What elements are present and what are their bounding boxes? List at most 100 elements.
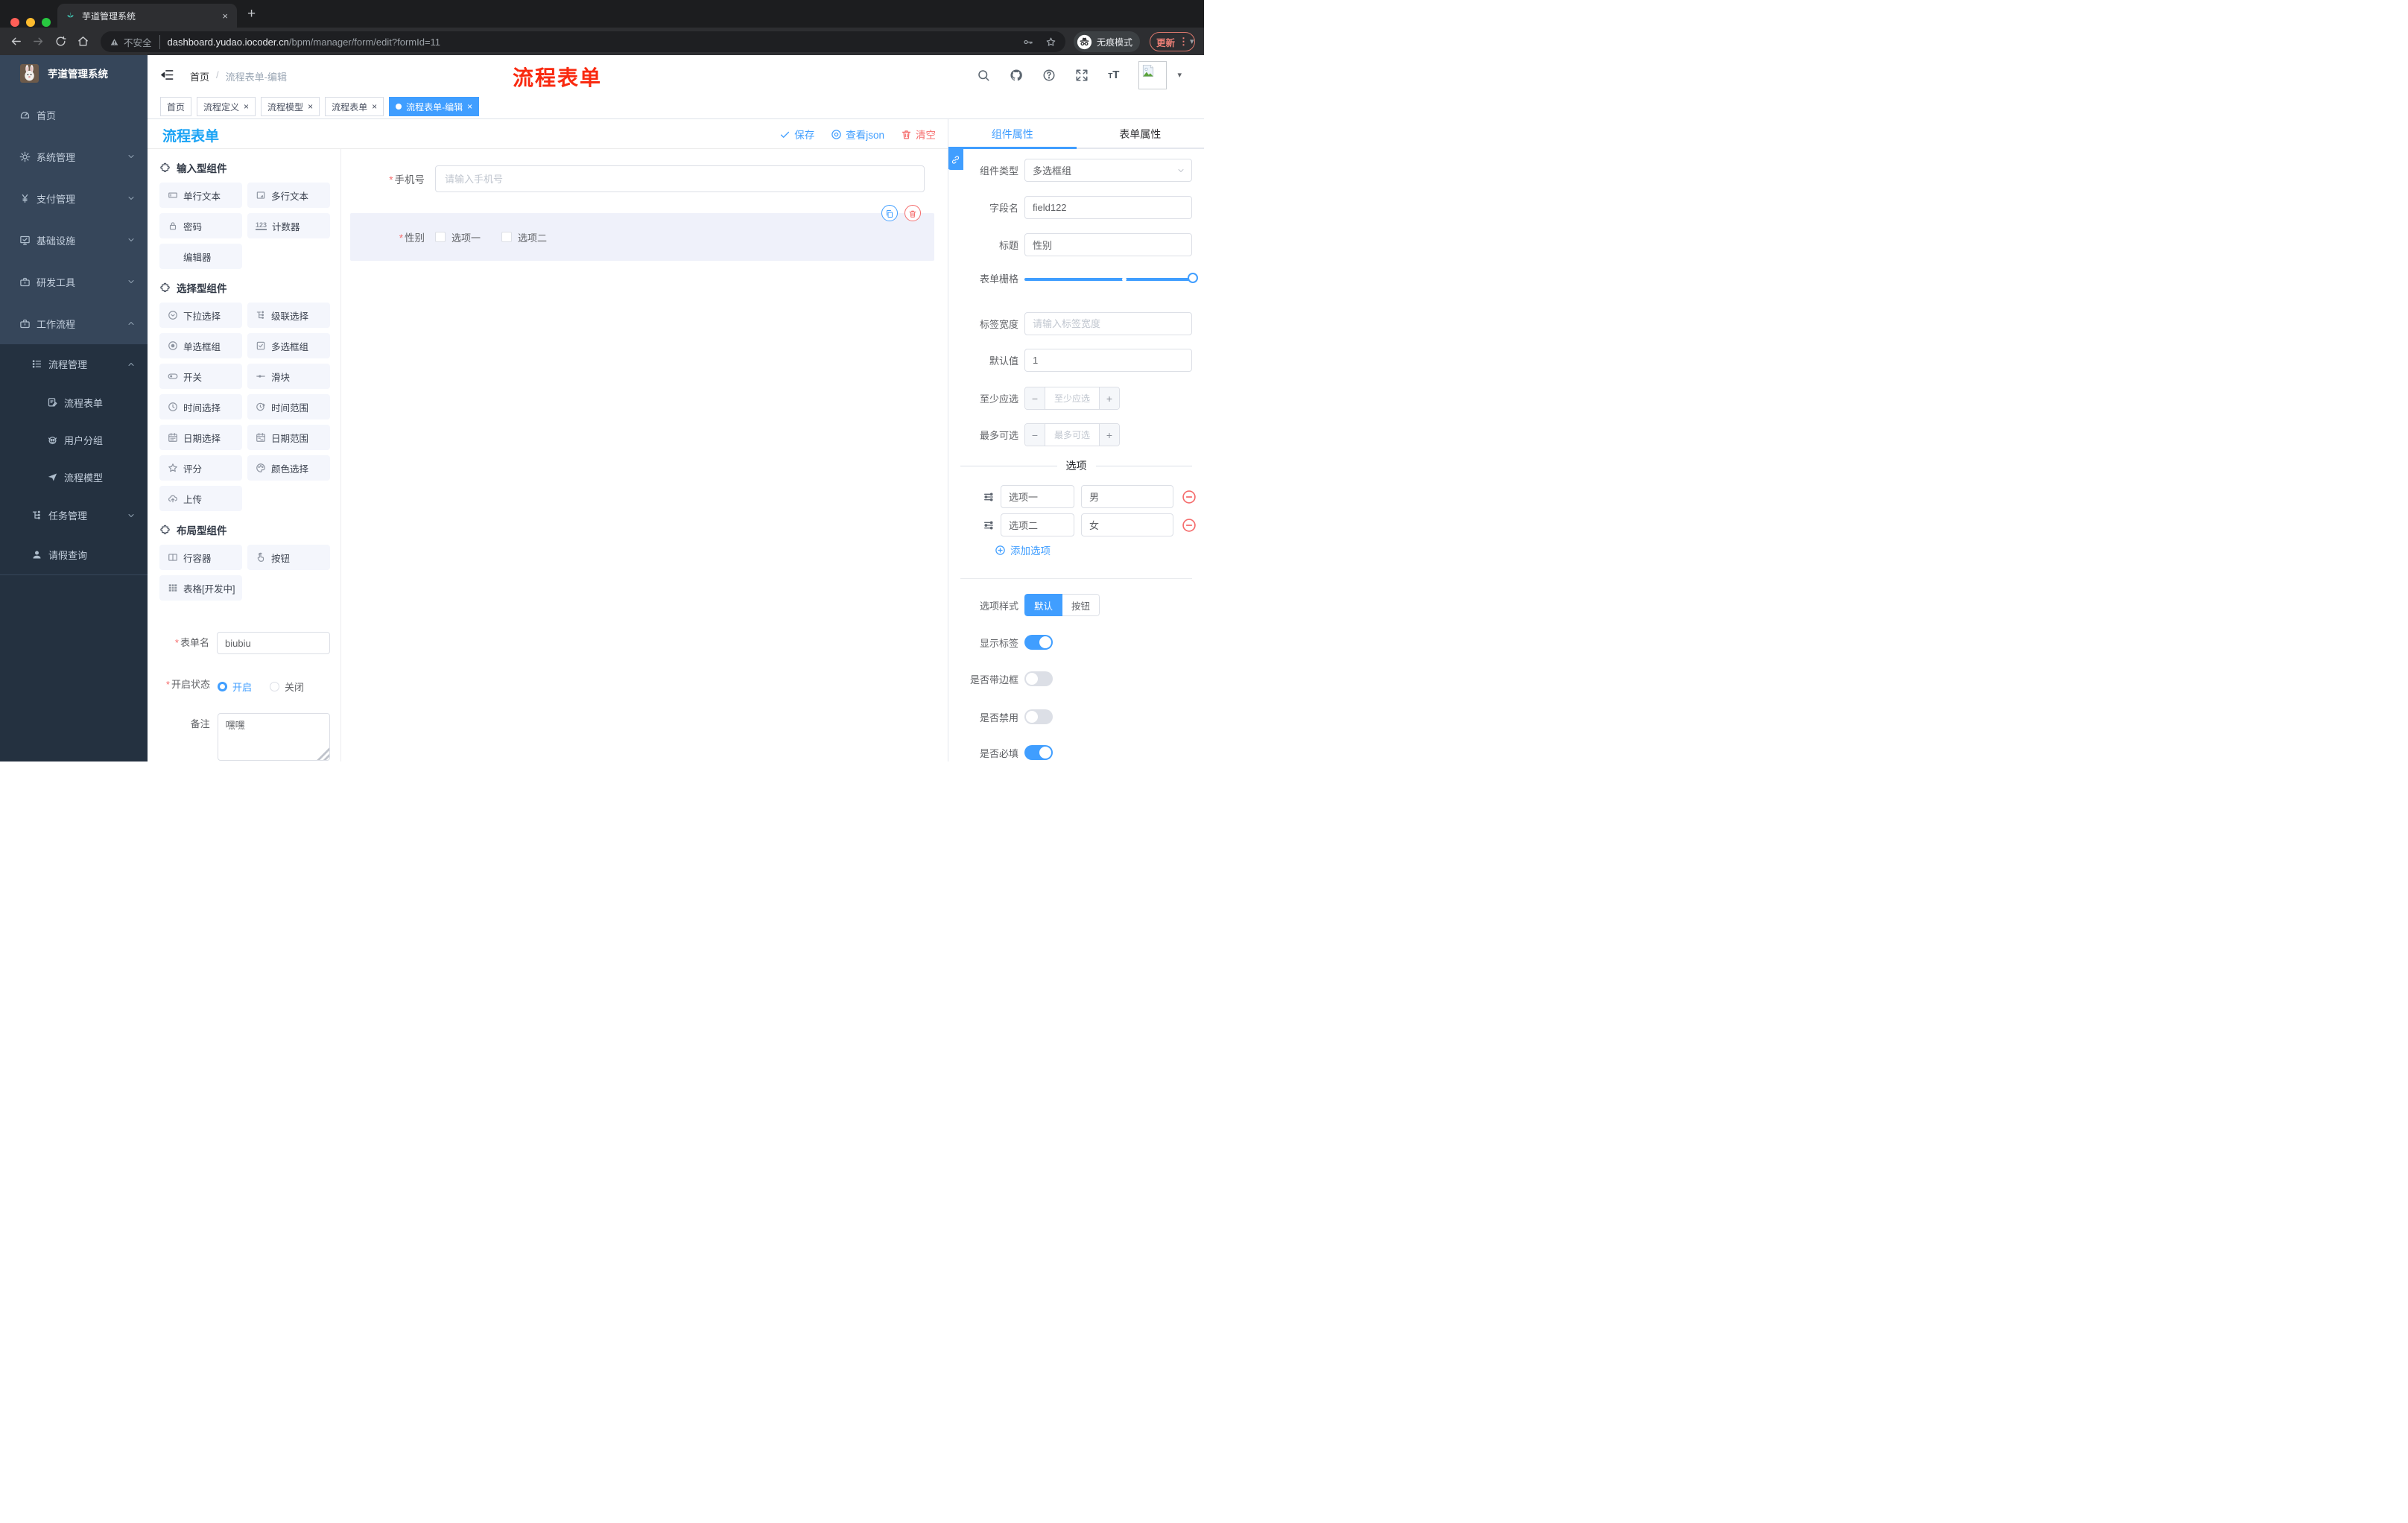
sidebar-item-process-model[interactable]: 流程模型	[0, 458, 148, 495]
tag-流程表单-编辑[interactable]: 流程表单-编辑 ×	[389, 97, 480, 116]
sidebar-item-workflow[interactable]: 工作流程	[0, 303, 148, 344]
component-item-编辑器[interactable]: 编辑器	[159, 244, 242, 269]
phone-field[interactable]: * 手机号	[341, 165, 948, 192]
tag-close-icon[interactable]: ×	[308, 101, 313, 112]
remove-option-button[interactable]	[1182, 490, 1197, 504]
component-item-日期范围[interactable]: 日期范围	[247, 425, 330, 450]
remove-option-button[interactable]	[1182, 518, 1197, 533]
form-grid-slider[interactable]	[1024, 272, 1198, 283]
sidebar-item-leave-query[interactable]: 请假查询	[0, 535, 148, 574]
option-label-input[interactable]	[1001, 513, 1074, 536]
toggle-switch[interactable]	[1024, 709, 1053, 724]
tab-close-icon[interactable]: ×	[221, 10, 229, 22]
component-item-密码[interactable]: 密码	[159, 213, 242, 238]
component-item-开关[interactable]: 开关	[159, 364, 242, 389]
update-browser-button[interactable]: 更新 ⋮	[1150, 32, 1196, 51]
toggle-switch[interactable]	[1024, 635, 1053, 650]
key-icon[interactable]	[1022, 37, 1033, 48]
style-option-默认[interactable]: 默认	[1024, 594, 1063, 616]
field-name-input[interactable]	[1024, 196, 1192, 219]
checkbox-option-选项二[interactable]: 选项二	[501, 230, 547, 244]
sidebar-item-process-mgmt[interactable]: 流程管理	[0, 344, 148, 384]
component-item-表格[开发中][interactable]: 表格[开发中]	[159, 575, 242, 601]
gender-field-selected[interactable]: * 性别 选项一 选项二	[350, 205, 934, 261]
sidebar-item-pay[interactable]: 支付管理	[0, 177, 148, 219]
tag-流程定义[interactable]: 流程定义 ×	[197, 97, 256, 116]
minimize-window-button[interactable]	[26, 18, 35, 27]
option-value-input[interactable]	[1081, 513, 1173, 536]
checkbox-option-选项一[interactable]: 选项一	[435, 230, 481, 244]
component-item-日期选择[interactable]: 日期选择	[159, 425, 242, 450]
component-item-上传[interactable]: 上传	[159, 486, 242, 511]
zoom-window-button[interactable]	[42, 18, 51, 27]
sidebar-item-infra[interactable]: 基础设施	[0, 219, 148, 261]
tag-close-icon[interactable]: ×	[372, 101, 377, 112]
browser-tab[interactable]: 芋道管理系统 ×	[57, 4, 237, 28]
back-icon[interactable]	[10, 35, 22, 48]
option-label-input[interactable]	[1001, 485, 1074, 508]
stepper-plus-button[interactable]: +	[1099, 424, 1119, 446]
title-input[interactable]	[1024, 233, 1192, 256]
component-item-下拉选择[interactable]: 下拉选择	[159, 303, 242, 328]
address-bar[interactable]: 不安全 dashboard.yudao.iocoder.cn/bpm/manag…	[101, 31, 1065, 52]
component-type-select[interactable]	[1024, 159, 1192, 182]
option-value-input[interactable]	[1081, 485, 1173, 508]
default-value-input[interactable]	[1024, 349, 1192, 372]
browser-menu-icon[interactable]: ⋮	[1179, 36, 1188, 48]
component-item-时间选择[interactable]: 时间选择	[159, 394, 242, 419]
avatar[interactable]	[1138, 60, 1167, 89]
component-item-级联选择[interactable]: 级联选择	[247, 303, 330, 328]
status-off-radio[interactable]: 关闭	[270, 680, 304, 694]
component-item-计数器[interactable]: 123 计数器	[247, 213, 330, 238]
new-tab-button[interactable]: +	[247, 6, 256, 22]
forward-icon[interactable]	[32, 35, 45, 48]
sidebar-item-user-group[interactable]: 用户分组	[0, 421, 148, 458]
remark-textarea[interactable]: 嘿嘿	[217, 713, 330, 761]
clear-button[interactable]: 清空	[901, 127, 936, 142]
component-item-行容器[interactable]: 行容器	[159, 545, 242, 570]
view-json-button[interactable]: 查看json	[831, 127, 884, 142]
window-dropdown-icon[interactable]: ▾	[1190, 37, 1194, 46]
sidebar-item-task-mgmt[interactable]: 任务管理	[0, 495, 148, 535]
toggle-switch[interactable]	[1024, 745, 1053, 760]
component-item-单行文本[interactable]: 单行文本	[159, 183, 242, 208]
delete-component-button[interactable]	[904, 205, 921, 221]
reload-icon[interactable]	[54, 35, 67, 48]
copy-component-button[interactable]	[881, 205, 898, 221]
tag-流程表单[interactable]: 流程表单 ×	[325, 97, 384, 116]
avatar-dropdown-icon[interactable]: ▾	[1177, 70, 1182, 80]
component-item-评分[interactable]: 评分	[159, 455, 242, 481]
stepper-minus-button[interactable]: −	[1025, 387, 1045, 409]
tag-close-icon[interactable]: ×	[244, 101, 249, 112]
component-item-滑块[interactable]: 滑块	[247, 364, 330, 389]
github-icon[interactable]	[1010, 69, 1023, 82]
sidebar-fold-icon[interactable]	[160, 68, 174, 82]
component-item-颜色选择[interactable]: 颜色选择	[247, 455, 330, 481]
tab-component-props[interactable]: 组件属性	[948, 119, 1077, 149]
save-button[interactable]: 保存	[779, 127, 814, 142]
status-on-radio[interactable]: 开启	[218, 680, 252, 694]
font-size-icon[interactable]: TT	[1108, 69, 1119, 81]
form-canvas[interactable]: *手机号 *性别 选项一 选项二	[341, 149, 948, 762]
window-controls[interactable]	[10, 18, 51, 27]
security-label[interactable]: 不安全	[124, 34, 160, 49]
breadcrumb-home[interactable]: 首页	[190, 69, 209, 83]
form-name-input[interactable]	[217, 632, 330, 654]
component-item-多选框组[interactable]: 多选框组	[247, 333, 330, 358]
tag-首页[interactable]: 首页	[160, 97, 192, 116]
component-item-时间范围[interactable]: 时间范围	[247, 394, 330, 419]
tag-流程模型[interactable]: 流程模型 ×	[261, 97, 320, 116]
component-item-按钮[interactable]: 按钮	[247, 545, 330, 570]
url-text[interactable]: dashboard.yudao.iocoder.cn/bpm/manager/f…	[168, 37, 441, 48]
fullscreen-icon[interactable]	[1075, 69, 1089, 82]
close-window-button[interactable]	[10, 18, 19, 27]
add-option-button[interactable]: 添加选项	[995, 542, 1051, 557]
phone-field-input[interactable]	[435, 165, 925, 192]
home-icon[interactable]	[77, 35, 89, 48]
sidebar-item-system[interactable]: 系统管理	[0, 136, 148, 177]
slider-handle[interactable]	[1188, 272, 1198, 283]
min-select-input[interactable]	[1045, 387, 1099, 409]
bookmark-star-icon[interactable]	[1045, 37, 1056, 48]
max-select-input[interactable]	[1045, 424, 1099, 446]
toggle-switch[interactable]	[1024, 671, 1053, 686]
